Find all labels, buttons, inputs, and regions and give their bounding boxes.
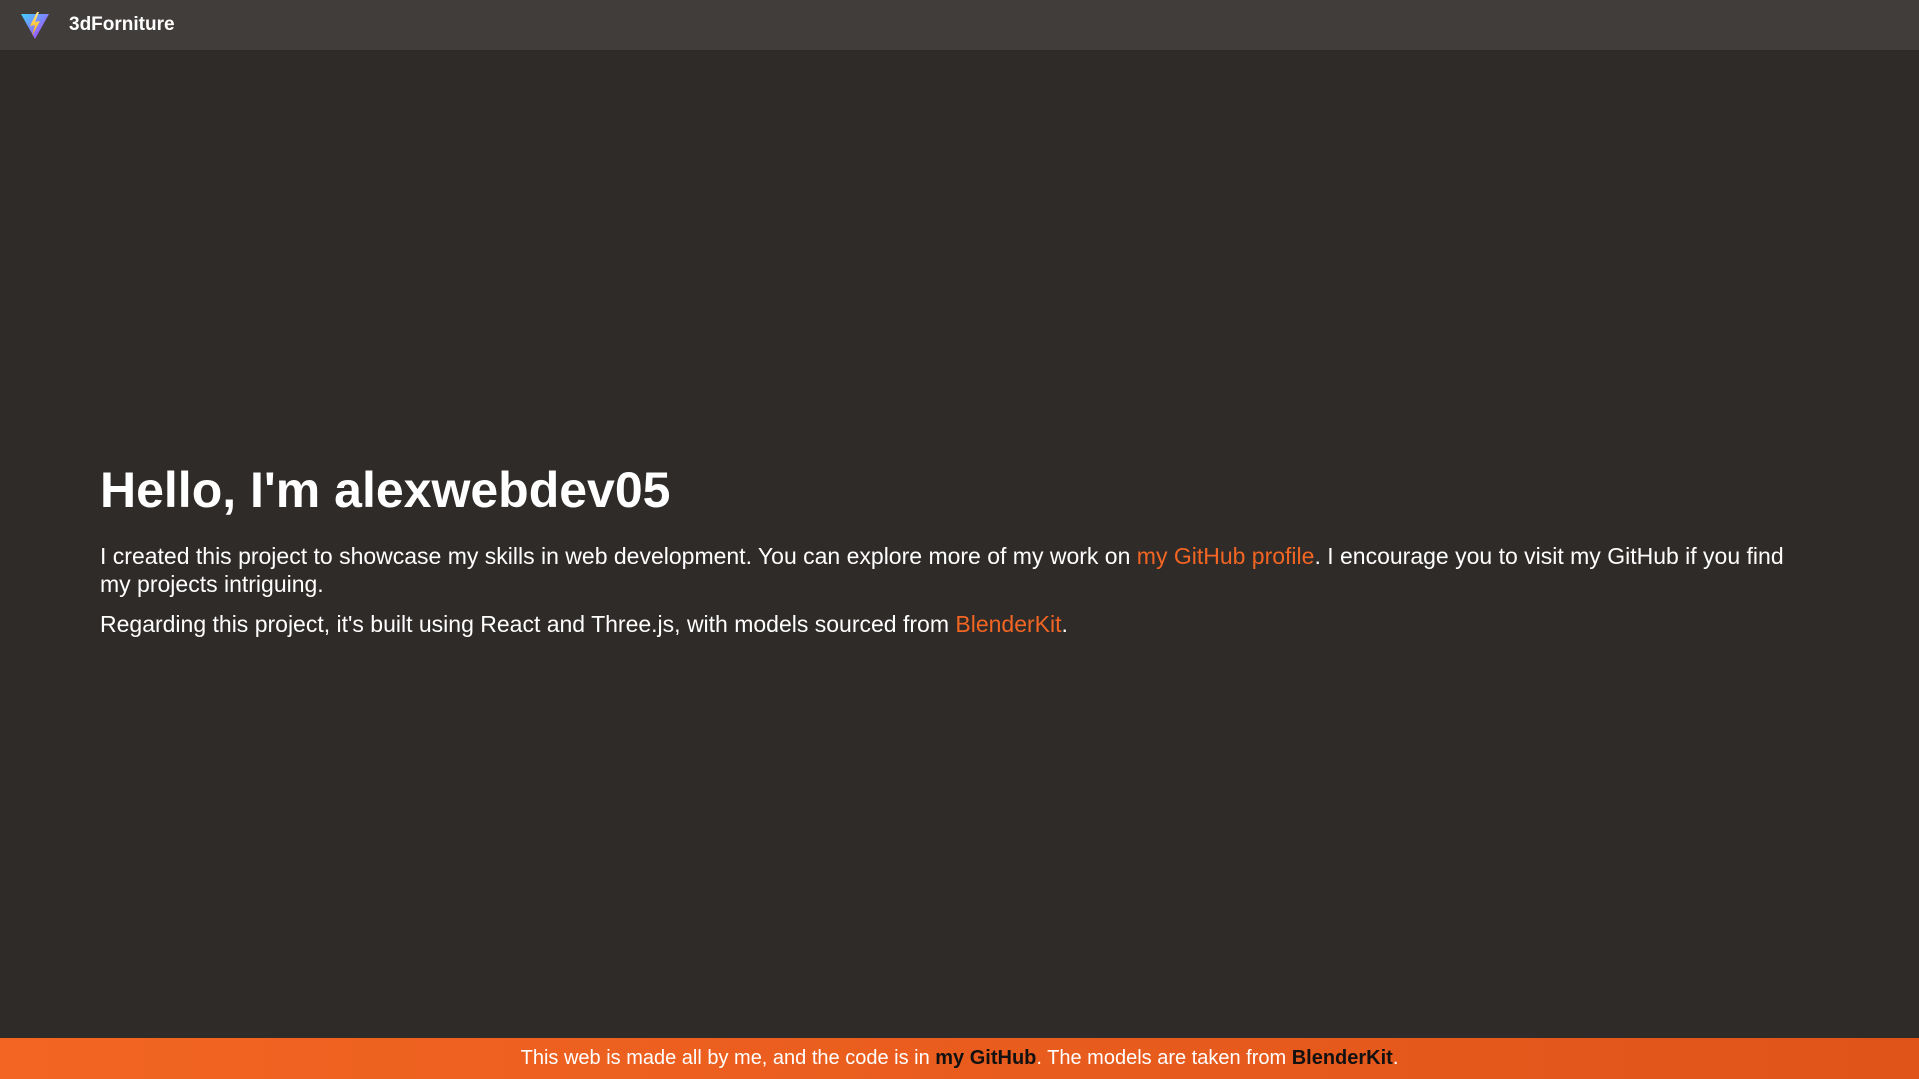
brand-link[interactable]: 3dForniture <box>69 14 175 36</box>
vite-logo-icon[interactable] <box>19 9 51 41</box>
blenderkit-link[interactable]: BlenderKit <box>955 611 1061 637</box>
project-paragraph: Regarding this project, it's built using… <box>100 610 1820 638</box>
footer-blenderkit-link[interactable]: BlenderKit <box>1292 1047 1393 1070</box>
page-title: Hello, I'm alexwebdev05 <box>100 462 671 518</box>
github-profile-link[interactable]: my GitHub profile <box>1137 543 1315 569</box>
footer-bar: This web is made all by me, and the code… <box>0 1038 1919 1079</box>
intro-paragraph: I created this project to showcase my sk… <box>100 542 1820 598</box>
footer-text-2: . The models are taken from <box>1036 1047 1287 1069</box>
project-text-end: . <box>1061 611 1068 637</box>
footer-text-1: This web is made all by me, and the code… <box>520 1047 930 1069</box>
intro-text-start: I created this project to showcase my sk… <box>100 543 1137 569</box>
project-text-start: Regarding this project, it's built using… <box>100 611 956 637</box>
footer-text-3: . <box>1392 1047 1399 1069</box>
footer-github-link[interactable]: my GitHub <box>935 1047 1036 1070</box>
top-navbar: 3dForniture <box>0 0 1919 50</box>
intro-section: Hello, I'm alexwebdev05 I created this p… <box>100 456 1820 638</box>
